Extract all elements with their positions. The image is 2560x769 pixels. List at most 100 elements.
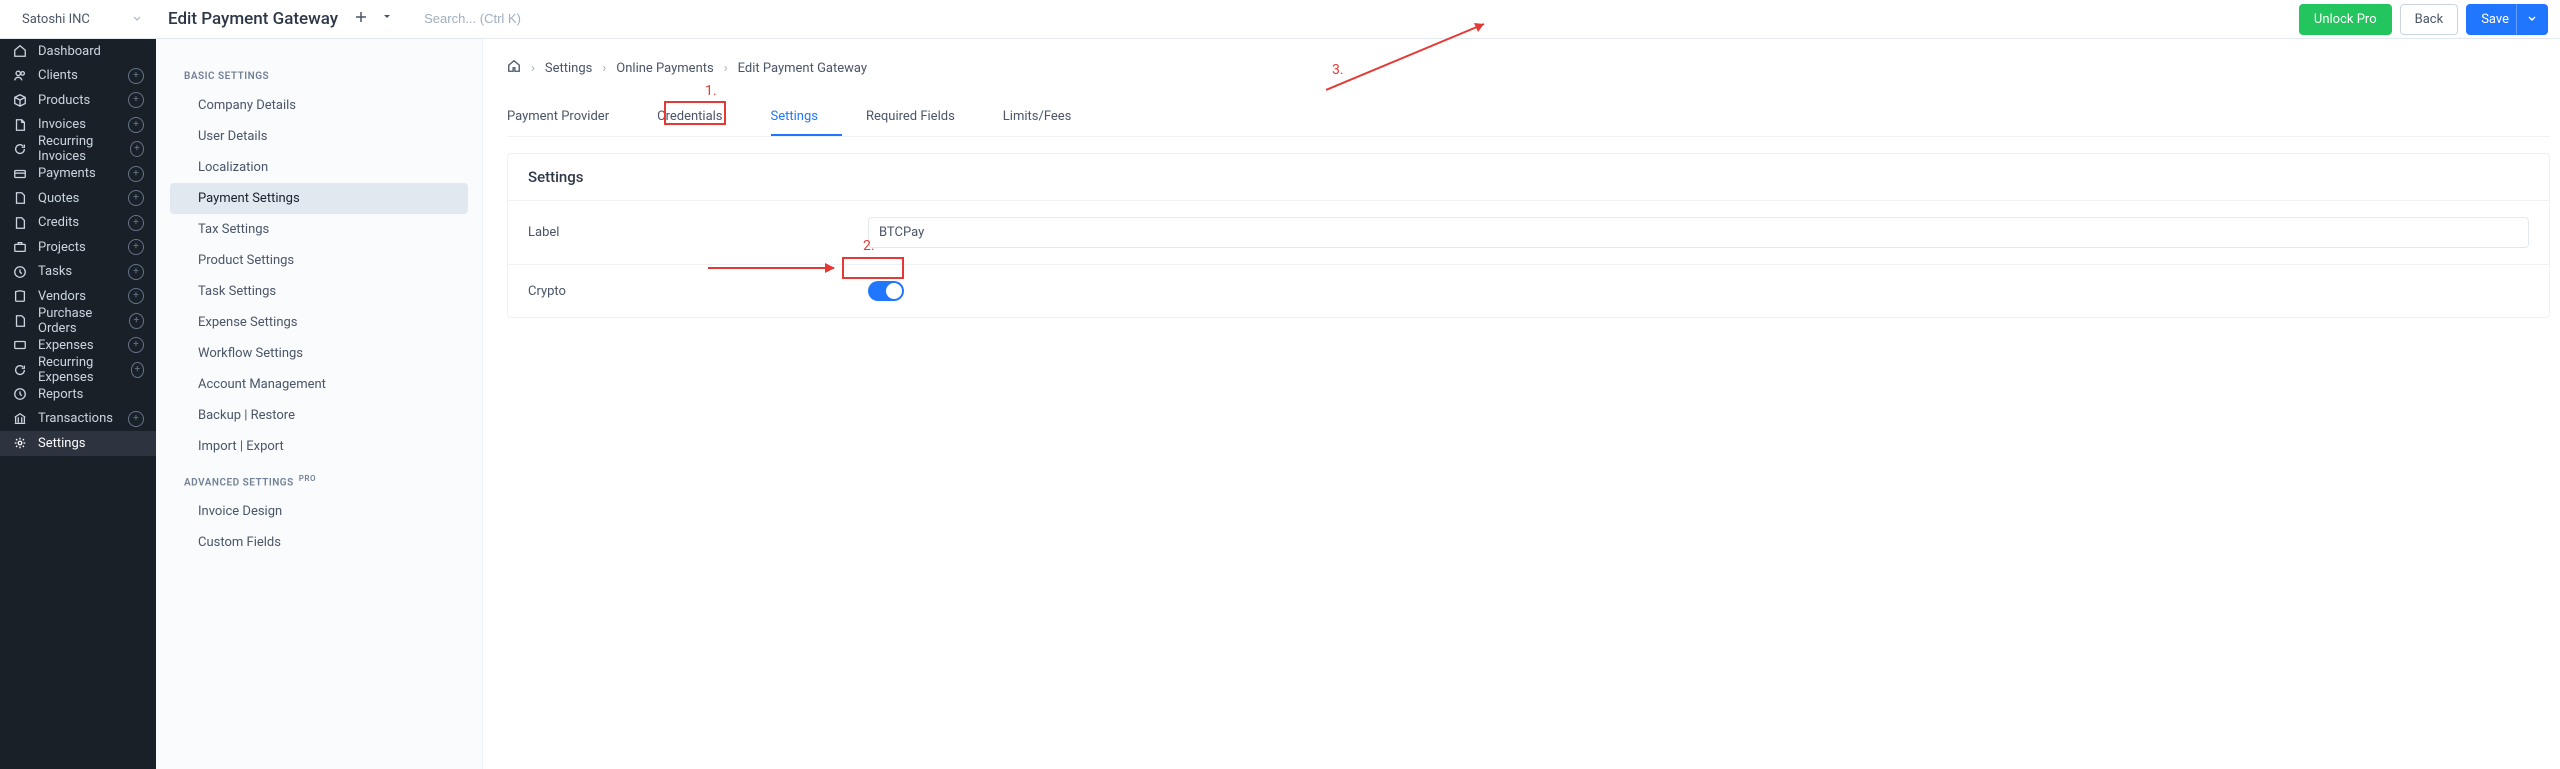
tab-credentials[interactable]: Credentials bbox=[657, 99, 746, 136]
sidebar-item-recurring-expenses[interactable]: Recurring Expenses + bbox=[0, 358, 156, 383]
tab-required-fields[interactable]: Required Fields bbox=[866, 99, 979, 136]
sidebar-item-recurring-invoices[interactable]: Recurring Invoices + bbox=[0, 137, 156, 162]
add-icon[interactable]: + bbox=[129, 313, 144, 329]
unlock-pro-button[interactable]: Unlock Pro bbox=[2299, 4, 2392, 35]
sub-item-expense-settings[interactable]: Expense Settings bbox=[170, 307, 468, 338]
top-bar: Satoshi INC Edit Payment Gateway Unlock … bbox=[0, 0, 2560, 39]
sub-item-import-export[interactable]: Import | Export bbox=[170, 431, 468, 462]
home-icon[interactable] bbox=[507, 59, 521, 77]
settings-card: Settings Label Crypto bbox=[507, 153, 2550, 318]
add-icon[interactable]: + bbox=[128, 92, 144, 108]
save-dropdown-button[interactable] bbox=[2516, 4, 2548, 35]
sub-item-user-details[interactable]: User Details bbox=[170, 121, 468, 152]
page-title: Edit Payment Gateway bbox=[168, 9, 338, 29]
sidebar-item-label: Settings bbox=[38, 436, 85, 451]
clock-icon bbox=[12, 386, 28, 402]
sidebar-item-label: Reports bbox=[38, 387, 83, 402]
gear-icon bbox=[12, 435, 28, 451]
add-button[interactable] bbox=[350, 8, 372, 30]
company-name: Satoshi INC bbox=[22, 12, 90, 27]
main-content: › Settings › Online Payments › Edit Paym… bbox=[483, 39, 2560, 769]
sidebar-item-reports[interactable]: Reports bbox=[0, 382, 156, 407]
sidebar-item-label: Credits bbox=[38, 215, 79, 230]
sidebar-item-label: Clients bbox=[38, 68, 78, 83]
sub-item-company-details[interactable]: Company Details bbox=[170, 90, 468, 121]
sidebar-item-label: Recurring Expenses bbox=[38, 355, 131, 385]
sidebar-item-label: Purchase Orders bbox=[38, 306, 129, 336]
chevron-right-icon: › bbox=[602, 61, 606, 76]
add-icon[interactable]: + bbox=[128, 264, 144, 280]
briefcase-icon bbox=[12, 239, 28, 255]
sub-item-task-settings[interactable]: Task Settings bbox=[170, 276, 468, 307]
sidebar-item-label: Expenses bbox=[38, 338, 94, 353]
sidebar-item-quotes[interactable]: Quotes + bbox=[0, 186, 156, 211]
add-icon[interactable]: + bbox=[128, 166, 144, 182]
add-icon[interactable]: + bbox=[128, 288, 144, 304]
sidebar-item-projects[interactable]: Projects + bbox=[0, 235, 156, 260]
add-icon[interactable]: + bbox=[128, 239, 144, 255]
sidebar-item-dashboard[interactable]: Dashboard bbox=[0, 39, 156, 64]
tab-payment-provider[interactable]: Payment Provider bbox=[507, 99, 633, 136]
tab-settings[interactable]: Settings bbox=[771, 99, 842, 136]
label-input[interactable] bbox=[868, 217, 2529, 248]
file-icon bbox=[12, 117, 28, 133]
sub-item-product-settings[interactable]: Product Settings bbox=[170, 245, 468, 276]
sidebar-item-label: Products bbox=[38, 93, 90, 108]
home-icon bbox=[12, 43, 28, 59]
add-icon[interactable]: + bbox=[128, 337, 144, 353]
sidebar-item-clients[interactable]: Clients + bbox=[0, 64, 156, 89]
advanced-settings-header: ADVANCED SETTINGS PRO bbox=[156, 462, 482, 496]
breadcrumb: › Settings › Online Payments › Edit Paym… bbox=[507, 59, 2550, 77]
crypto-field-label: Crypto bbox=[528, 284, 868, 299]
users-icon bbox=[12, 68, 28, 84]
card-icon bbox=[12, 166, 28, 182]
sub-item-backup-restore[interactable]: Backup | Restore bbox=[170, 400, 468, 431]
search-input[interactable] bbox=[424, 11, 624, 26]
sub-item-account-management[interactable]: Account Management bbox=[170, 369, 468, 400]
annotation-label-1: 1. bbox=[705, 83, 717, 99]
dropdown-caret[interactable] bbox=[378, 8, 396, 30]
add-icon[interactable]: + bbox=[128, 411, 144, 427]
sidebar-item-transactions[interactable]: Transactions + bbox=[0, 407, 156, 432]
sub-item-localization[interactable]: Localization bbox=[170, 152, 468, 183]
clock-icon bbox=[12, 264, 28, 280]
tab-limits-fees[interactable]: Limits/Fees bbox=[1003, 99, 1096, 136]
sidebar-item-label: Quotes bbox=[38, 191, 79, 206]
sidebar-item-label: Tasks bbox=[38, 264, 72, 279]
sub-item-payment-settings[interactable]: Payment Settings bbox=[170, 183, 468, 214]
pro-badge: PRO bbox=[299, 474, 316, 483]
add-icon[interactable]: + bbox=[131, 362, 144, 378]
add-icon[interactable]: + bbox=[128, 117, 144, 133]
refresh-icon bbox=[12, 141, 28, 157]
sidebar-item-label: Projects bbox=[38, 240, 86, 255]
sidebar-item-credits[interactable]: Credits + bbox=[0, 211, 156, 236]
breadcrumb-settings[interactable]: Settings bbox=[545, 61, 592, 76]
sidebar-item-label: Dashboard bbox=[38, 44, 101, 59]
sub-item-custom-fields[interactable]: Custom Fields bbox=[170, 527, 468, 558]
add-icon[interactable]: + bbox=[128, 190, 144, 206]
sidebar-item-tasks[interactable]: Tasks + bbox=[0, 260, 156, 285]
breadcrumb-edit-gateway: Edit Payment Gateway bbox=[738, 61, 867, 76]
sidebar-item-purchase-orders[interactable]: Purchase Orders + bbox=[0, 309, 156, 334]
add-icon[interactable]: + bbox=[128, 68, 144, 84]
chevron-right-icon: › bbox=[531, 61, 535, 76]
document-icon bbox=[12, 313, 28, 329]
sidebar-item-payments[interactable]: Payments + bbox=[0, 162, 156, 187]
chevron-down-icon bbox=[132, 12, 142, 27]
sidebar-item-label: Vendors bbox=[38, 289, 86, 304]
company-selector[interactable]: Satoshi INC bbox=[12, 7, 152, 32]
sub-item-invoice-design[interactable]: Invoice Design bbox=[170, 496, 468, 527]
sidebar-item-settings[interactable]: Settings bbox=[0, 431, 156, 456]
add-icon[interactable]: + bbox=[128, 215, 144, 231]
crypto-toggle[interactable] bbox=[868, 281, 904, 301]
add-icon[interactable]: + bbox=[130, 141, 144, 157]
back-button[interactable]: Back bbox=[2400, 4, 2459, 35]
sidebar-item-products[interactable]: Products + bbox=[0, 88, 156, 113]
breadcrumb-online-payments[interactable]: Online Payments bbox=[616, 61, 713, 76]
sub-item-tax-settings[interactable]: Tax Settings bbox=[170, 214, 468, 245]
main-sidebar: Dashboard Clients + Products + Invoices … bbox=[0, 39, 156, 769]
bank-icon bbox=[12, 411, 28, 427]
sub-item-workflow-settings[interactable]: Workflow Settings bbox=[170, 338, 468, 369]
document-icon bbox=[12, 190, 28, 206]
sidebar-item-label: Invoices bbox=[38, 117, 86, 132]
